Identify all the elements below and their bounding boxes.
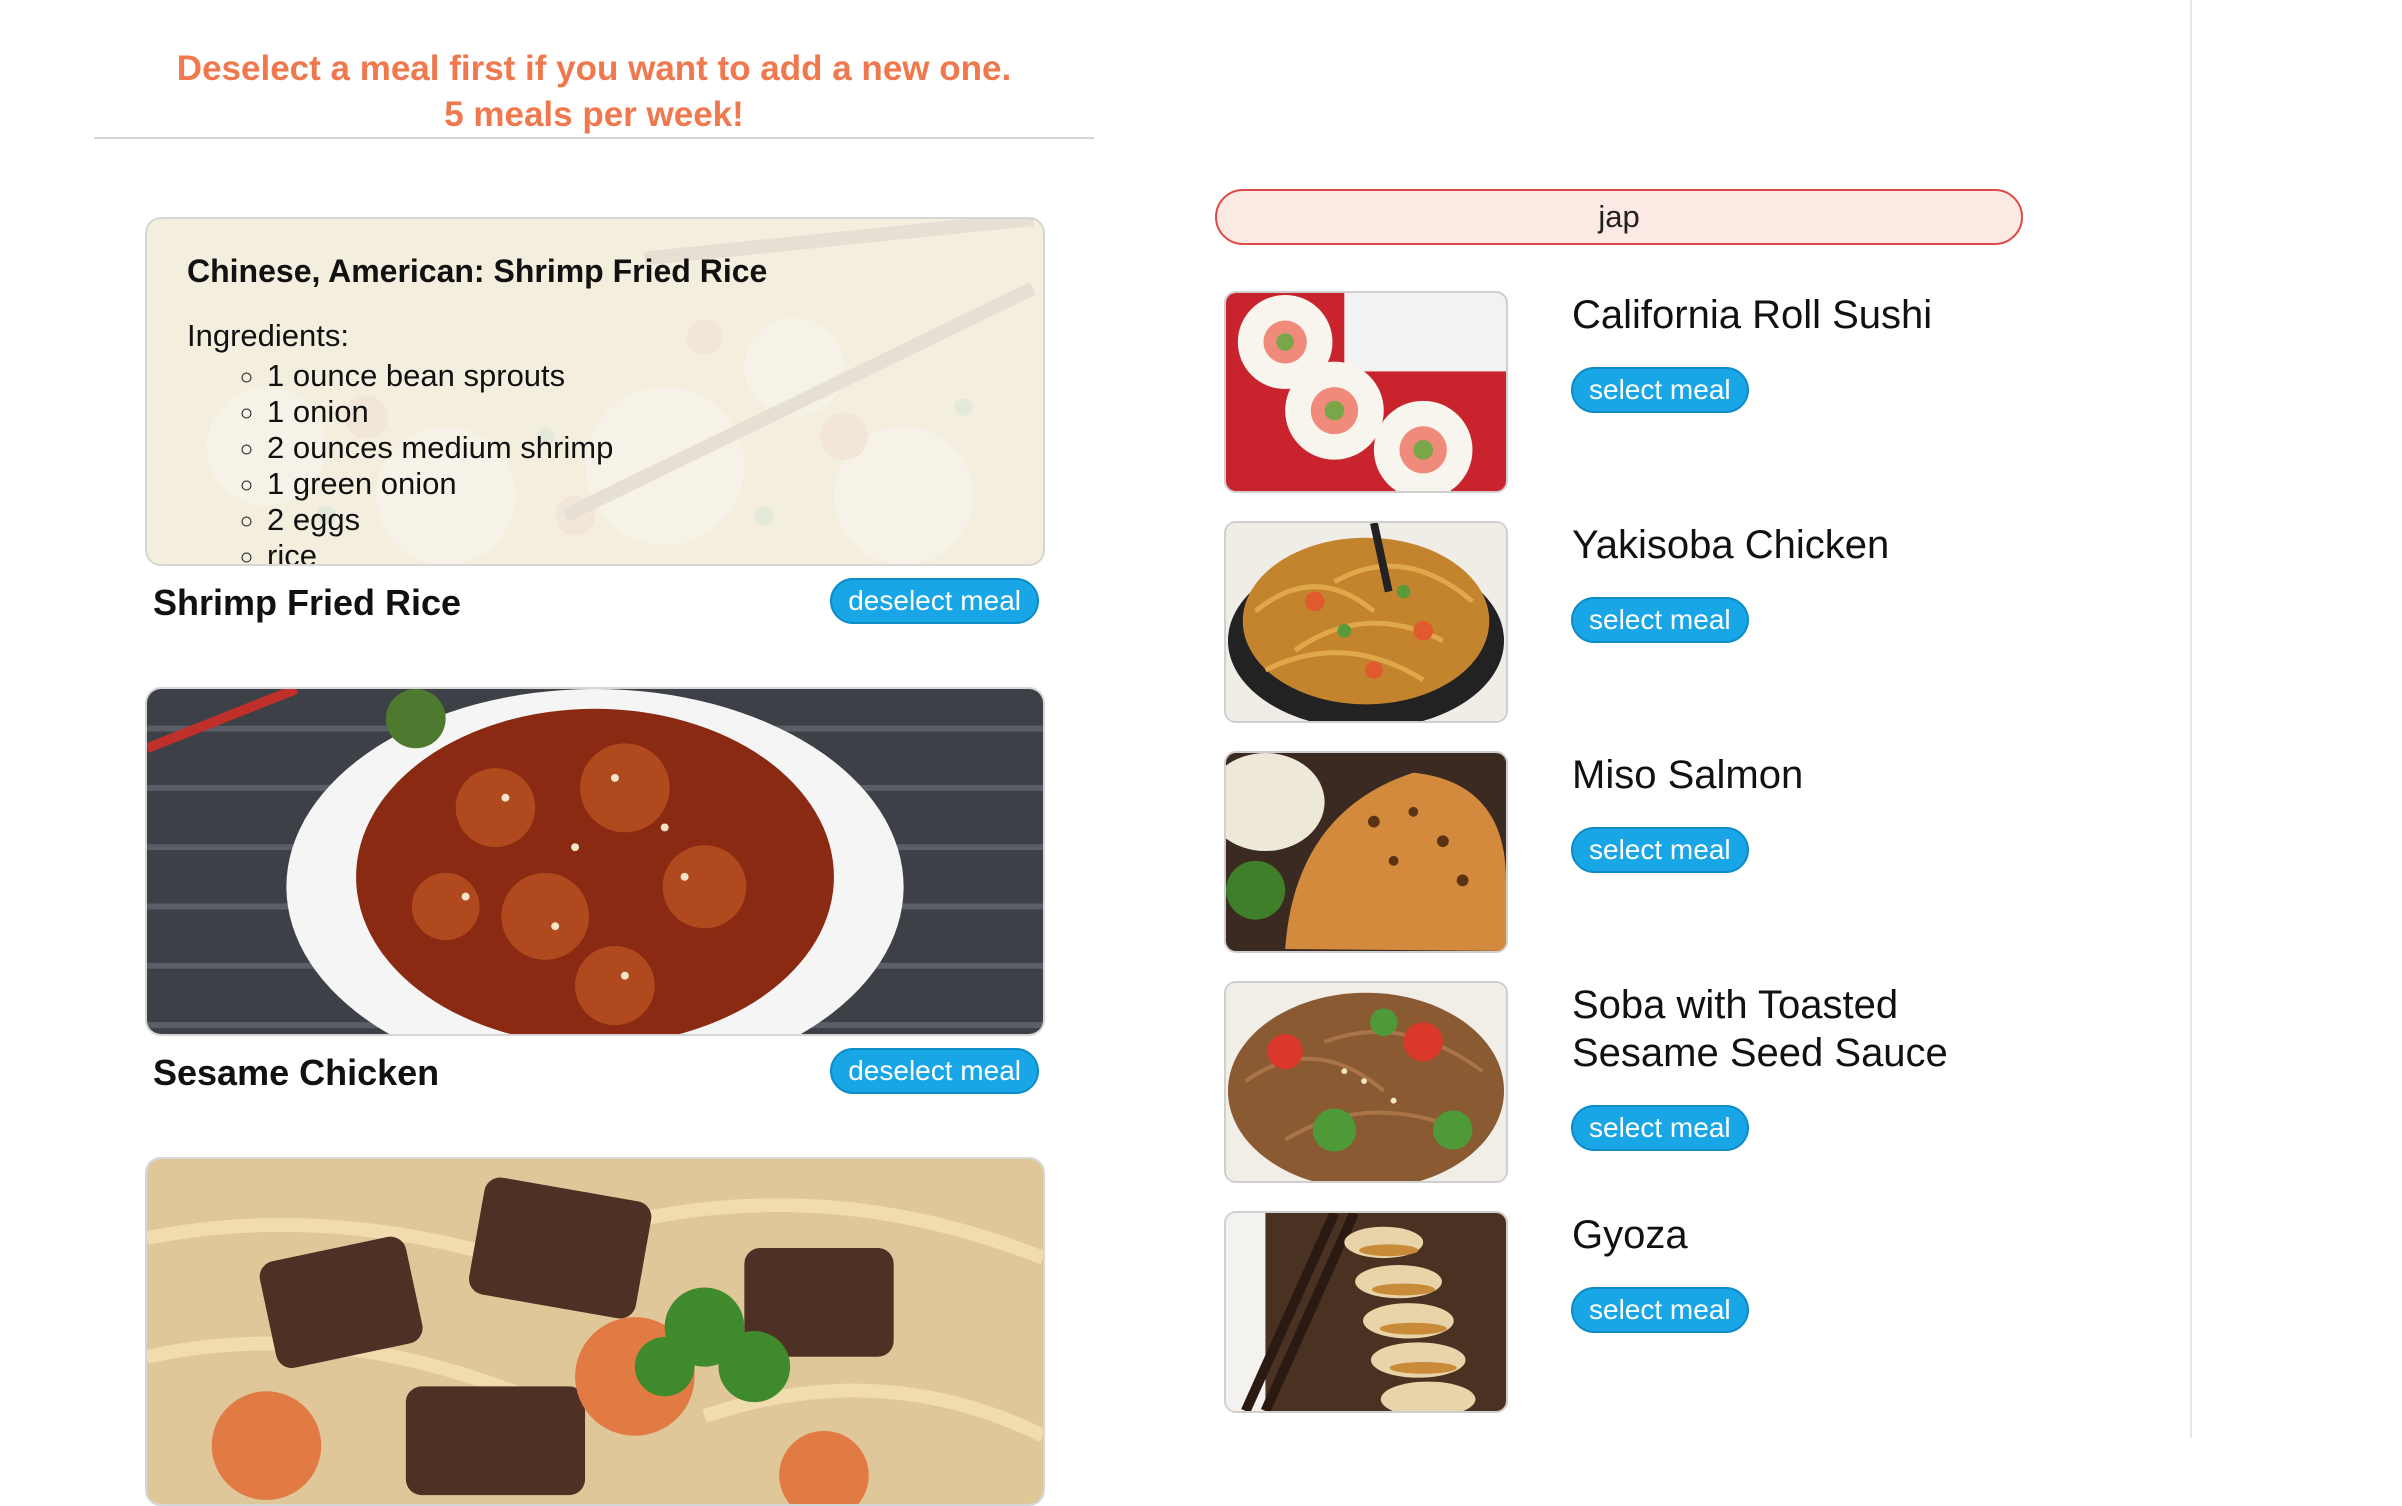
select-meal-button[interactable]: select meal: [1571, 367, 1749, 413]
result-title: Miso Salmon: [1572, 753, 1804, 797]
meal-image-shrimp-fried-rice[interactable]: Chinese, American: Shrimp Fried Rice Ing…: [145, 217, 1045, 566]
ingredients-list: 1 ounce bean sprouts 1 onion 2 ounces me…: [187, 358, 1003, 564]
card-footer: Sesame Chicken deselect meal: [145, 1036, 1047, 1106]
result-title: Gyoza: [1572, 1213, 1688, 1257]
select-meal-button[interactable]: select meal: [1571, 1287, 1749, 1333]
result-image-miso-salmon[interactable]: [1224, 751, 1508, 953]
search-result: Yakisoba Chicken select meal: [1224, 521, 1984, 725]
notice-divider: [94, 137, 1094, 139]
meal-search-input[interactable]: [1215, 189, 2023, 245]
ingredient-item: 1 ounce bean sprouts: [267, 358, 1003, 394]
result-image-california-roll[interactable]: [1224, 291, 1508, 493]
result-image-yakisoba[interactable]: [1224, 521, 1508, 723]
ingredient-item: 1 green onion: [267, 466, 1003, 502]
meal-details-heading: Chinese, American: Shrimp Fried Rice: [187, 253, 768, 289]
selected-meal-card: Chinese, American: Shrimp Fried Rice Ing…: [145, 217, 1047, 636]
ingredient-item: rice: [267, 538, 1003, 564]
notice-line-2: 5 meals per week!: [444, 95, 744, 134]
search-result: Gyoza select meal: [1224, 1211, 1984, 1415]
ingredient-item: 1 onion: [267, 394, 1003, 430]
notice-line-1: Deselect a meal first if you want to add…: [176, 49, 1012, 88]
meal-title: Sesame Chicken: [153, 1052, 440, 1093]
ingredient-item: 2 ounces medium shrimp: [267, 430, 1003, 466]
deselect-meal-button[interactable]: deselect meal: [830, 1048, 1039, 1094]
result-title: Yakisoba Chicken: [1572, 523, 1890, 567]
meal-image-sesame-chicken[interactable]: [145, 687, 1045, 1036]
deselect-meal-button[interactable]: deselect meal: [830, 578, 1039, 624]
meal-details-overlay: Chinese, American: Shrimp Fried Rice Ing…: [147, 219, 1043, 564]
select-meal-button[interactable]: select meal: [1571, 597, 1749, 643]
search-result: Miso Salmon select meal: [1224, 751, 1984, 955]
meal-title: Shrimp Fried Rice: [153, 582, 462, 623]
result-image-gyoza[interactable]: [1224, 1211, 1508, 1413]
result-title: Soba with Toasted Sesame Seed Sauce: [1572, 983, 1948, 1075]
select-meal-button[interactable]: select meal: [1571, 827, 1749, 873]
search-result: California Roll Sushi select meal: [1224, 291, 1984, 495]
selected-meal-card: [145, 1157, 1047, 1506]
ingredients-label: Ingredients:: [187, 318, 349, 353]
meal-image-beef-noodles[interactable]: [145, 1157, 1045, 1506]
weekly-limit-notice: Deselect a meal first if you want to add…: [94, 46, 1094, 138]
card-footer: Shrimp Fried Rice deselect meal: [145, 566, 1047, 636]
result-image-soba[interactable]: [1224, 981, 1508, 1183]
ingredient-item: 2 eggs: [267, 502, 1003, 538]
search-result: Soba with Toasted Sesame Seed Sauce sele…: [1224, 981, 1984, 1185]
selected-meal-card: Sesame Chicken deselect meal: [145, 687, 1047, 1106]
result-title: California Roll Sushi: [1572, 293, 1933, 337]
select-meal-button[interactable]: select meal: [1571, 1105, 1749, 1151]
right-border: [2190, 0, 2192, 1438]
